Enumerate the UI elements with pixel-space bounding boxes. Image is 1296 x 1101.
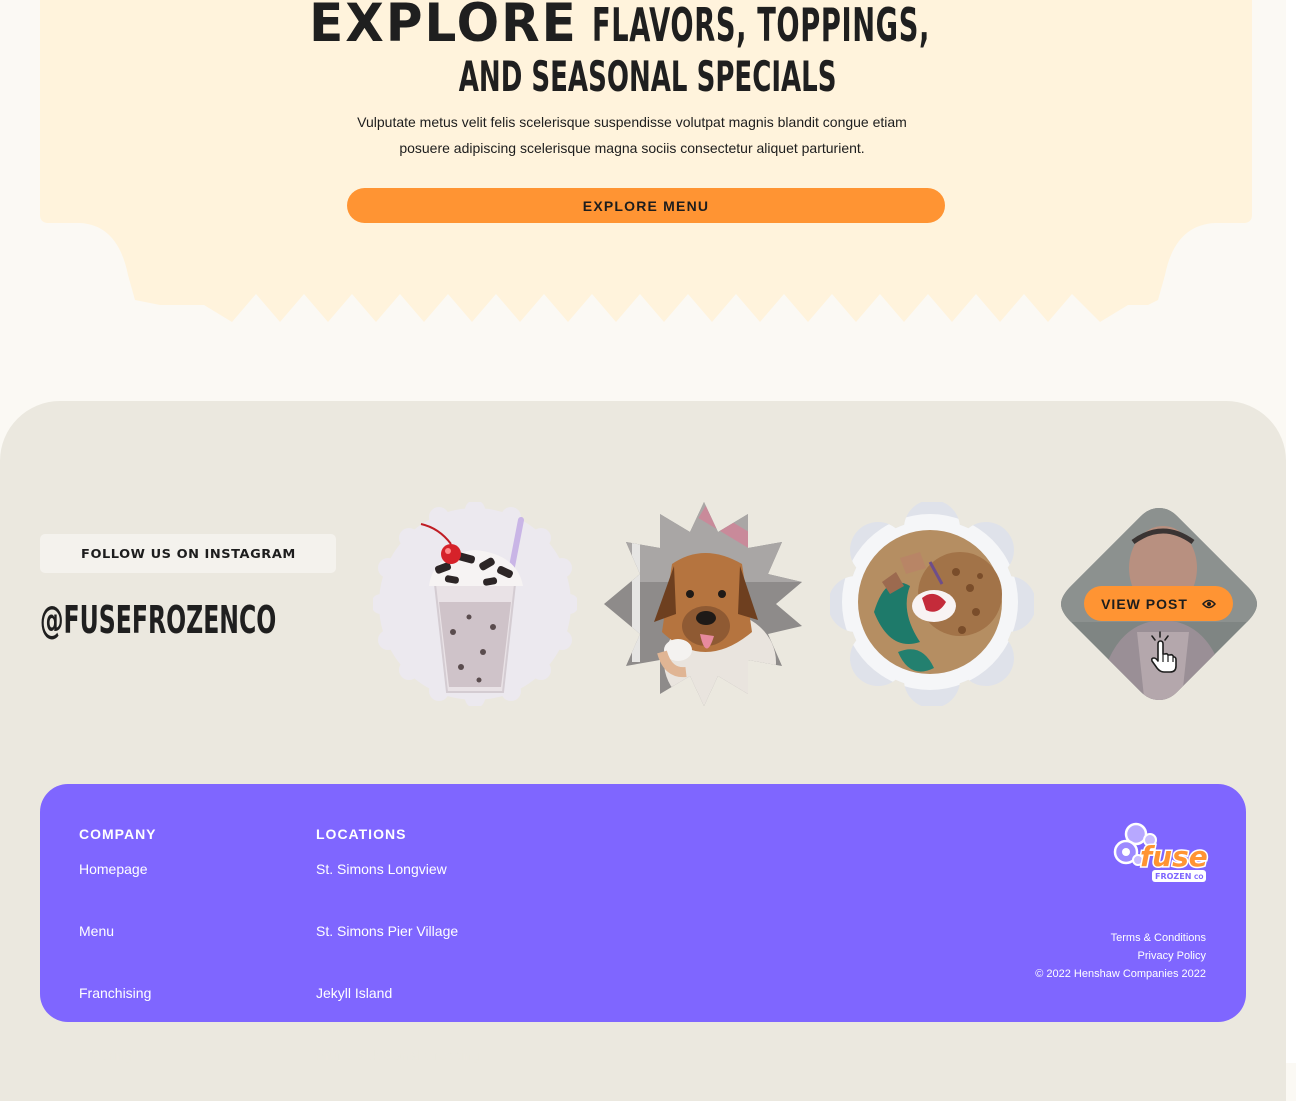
footer-link-homepage[interactable]: Homepage <box>79 861 148 877</box>
instagram-handle[interactable]: @FUSEFROZENCO <box>40 598 421 642</box>
view-post-label: VIEW POST <box>1101 595 1188 612</box>
instagram-post-milkshake[interactable] <box>373 502 577 706</box>
explore-menu-button[interactable]: EXPLORE MENU <box>347 188 945 223</box>
hero-title-line-2: AND SEASONAL SPECIALS <box>0 52 1296 101</box>
footer-link-st-simons-longview[interactable]: St. Simons Longview <box>316 861 447 877</box>
view-post-button[interactable]: VIEW POST <box>1084 586 1233 621</box>
logo-wordmark: fuse <box>1140 840 1208 873</box>
dog-photo <box>604 502 802 706</box>
company-heading: COMPANY <box>79 826 157 842</box>
footer-link-st-simons-pier-village[interactable]: St. Simons Pier Village <box>316 923 458 939</box>
footer-link-menu[interactable]: Menu <box>79 923 114 939</box>
logo-co: CO <box>1194 874 1204 881</box>
footer-link-catering[interactable]: Catering <box>79 1047 132 1063</box>
terms-link[interactable]: Terms & Conditions <box>1111 932 1206 944</box>
footer-link-jekyll-island[interactable]: Jekyll Island <box>316 985 392 1001</box>
follow-us-tag: FOLLOW US ON INSTAGRAM <box>40 534 336 573</box>
copyright-text: © 2022 Henshaw Companies 2022 <box>1035 968 1206 980</box>
hero-title-rest: FLAVORS, TOPPINGS, <box>591 0 930 53</box>
logo-subtext: FROZEN <box>1155 872 1191 881</box>
pointer-cursor-icon <box>1150 631 1177 673</box>
eye-icon <box>1201 599 1216 608</box>
hero-title-line-1: EXPLORE FLAVORS, TOPPINGS, <box>0 0 1296 53</box>
footer-link-brunswick-canal-crossing[interactable]: Brunswick Canal Crossing <box>316 1047 479 1063</box>
locations-heading: LOCATIONS <box>316 826 407 842</box>
site-footer <box>40 784 1246 1022</box>
hero-title-word: EXPLORE <box>309 0 578 54</box>
hero-description: Vulputate metus velit felis scelerisque … <box>357 114 907 156</box>
hero-title-line-2-text: AND SEASONAL SPECIALS <box>459 52 837 101</box>
bowl-photo <box>830 502 1034 706</box>
instagram-post-dog[interactable] <box>602 502 806 706</box>
fuse-frozen-co-logo[interactable]: fuse FROZEN CO <box>1112 820 1212 886</box>
follow-us-tag-label: FOLLOW US ON INSTAGRAM <box>80 546 296 561</box>
privacy-link[interactable]: Privacy Policy <box>1138 950 1206 962</box>
instagram-handle-text: @FUSEFROZENCO <box>40 598 277 642</box>
instagram-post-bowl[interactable] <box>830 502 1034 706</box>
footer-link-franchising[interactable]: Franchising <box>79 985 151 1001</box>
